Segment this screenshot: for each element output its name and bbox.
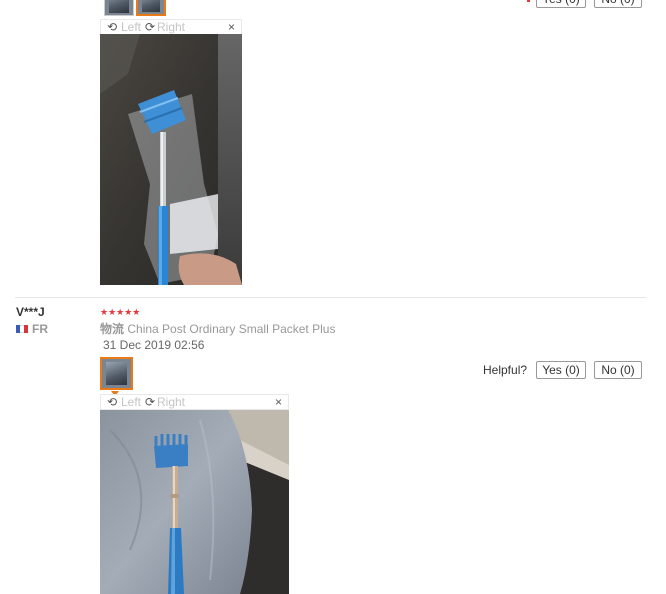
helpful-no-button[interactable]: No (0): [594, 361, 642, 379]
rotate-left-label[interactable]: Left: [121, 20, 141, 34]
photo-toolbar: ⟲ Left ⟳ Right ×: [100, 19, 242, 35]
review-photo-thumb[interactable]: [104, 0, 134, 16]
rotate-right-icon[interactable]: ⟳: [145, 20, 155, 34]
red-mark: [527, 0, 530, 2]
review-photo-thumb-selected[interactable]: [136, 0, 166, 16]
rating-stars: ★★★★★: [100, 307, 141, 317]
reviewer-name: V***J: [16, 305, 45, 319]
rotate-left-label[interactable]: Left: [121, 395, 141, 409]
rotate-right-icon[interactable]: ⟳: [145, 395, 155, 409]
france-flag-icon: [16, 325, 28, 333]
back-scratcher-on-jeans-photo: [100, 410, 289, 594]
review-photo-large: [100, 34, 242, 285]
helpful-no-button[interactable]: No (0): [594, 0, 642, 8]
shipping-info: 物流 China Post Ordinary Small Packet Plus: [100, 320, 335, 337]
rotate-right-label[interactable]: Right: [157, 395, 185, 409]
shipping-prefix: 物流: [100, 322, 125, 336]
review-divider: [15, 297, 646, 298]
reviewer-country: FR: [32, 322, 48, 336]
helpful-yes-button[interactable]: Yes (0): [536, 361, 586, 379]
photo-toolbar: ⟲ Left ⟳ Right ×: [100, 394, 289, 410]
review-date: 31 Dec 2019 02:56: [103, 338, 205, 352]
helpful-yes-button[interactable]: Yes (0): [536, 0, 586, 8]
shipping-method: China Post Ordinary Small Packet Plus: [127, 322, 336, 336]
close-icon[interactable]: ×: [228, 20, 235, 34]
rotate-left-icon[interactable]: ⟲: [107, 395, 117, 409]
back-scratcher-photo: [100, 34, 242, 285]
review-photo-large: [100, 410, 289, 594]
close-icon[interactable]: ×: [275, 395, 282, 409]
rotate-right-label[interactable]: Right: [157, 20, 185, 34]
helpful-label: Helpful?: [483, 363, 528, 377]
review-photo-thumb-selected[interactable]: [100, 357, 133, 390]
rotate-left-icon[interactable]: ⟲: [107, 20, 117, 34]
